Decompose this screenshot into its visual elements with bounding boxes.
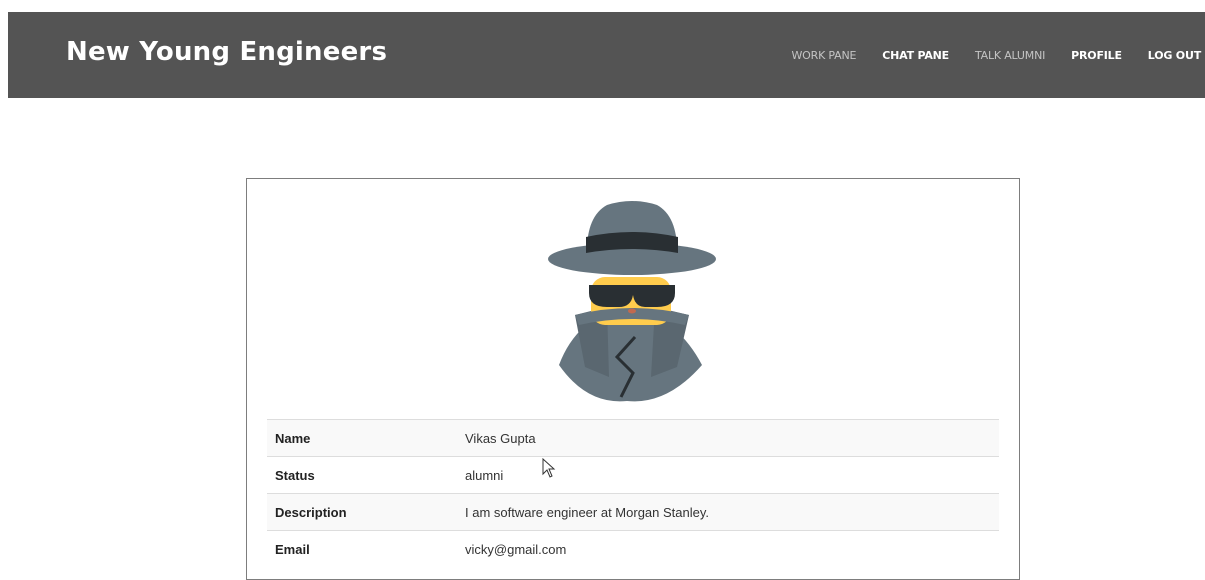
row-value-description: I am software engineer at Morgan Stanley…: [465, 504, 709, 520]
nav-profile[interactable]: PROFILE: [1071, 49, 1122, 62]
table-row: Description I am software engineer at Mo…: [267, 493, 999, 531]
mouse-cursor-icon: [542, 458, 556, 478]
nav-links: WORK PANE CHAT PANE TALK ALUMNI PROFILE …: [766, 12, 1202, 98]
spy-detective-icon: [548, 201, 716, 402]
nav-log-out[interactable]: LOG OUT: [1148, 49, 1201, 62]
row-key-description: Description: [275, 504, 347, 520]
brand-logo[interactable]: New Young Engineers: [66, 37, 387, 67]
row-value-email: vicky@gmail.com: [465, 541, 567, 557]
row-key-email: Email: [275, 541, 310, 557]
table-row: Name Vikas Gupta: [267, 419, 999, 457]
nav-work-pane[interactable]: WORK PANE: [792, 49, 857, 62]
table-row: Email vicky@gmail.com: [267, 530, 999, 568]
row-key-status: Status: [275, 467, 315, 483]
row-value-status: alumni: [465, 467, 504, 483]
table-row: Status alumni: [267, 456, 999, 494]
row-value-name: Vikas Gupta: [465, 430, 536, 446]
profile-card: Name Vikas Gupta Status alumni Descripti…: [246, 178, 1020, 580]
top-navbar: New Young Engineers WORK PANE CHAT PANE …: [8, 12, 1205, 98]
profile-info-table: Name Vikas Gupta Status alumni Descripti…: [267, 419, 999, 568]
nav-talk-alumni[interactable]: TALK ALUMNI: [975, 49, 1045, 62]
nav-chat-pane[interactable]: CHAT PANE: [882, 49, 949, 62]
row-key-name: Name: [275, 430, 311, 446]
